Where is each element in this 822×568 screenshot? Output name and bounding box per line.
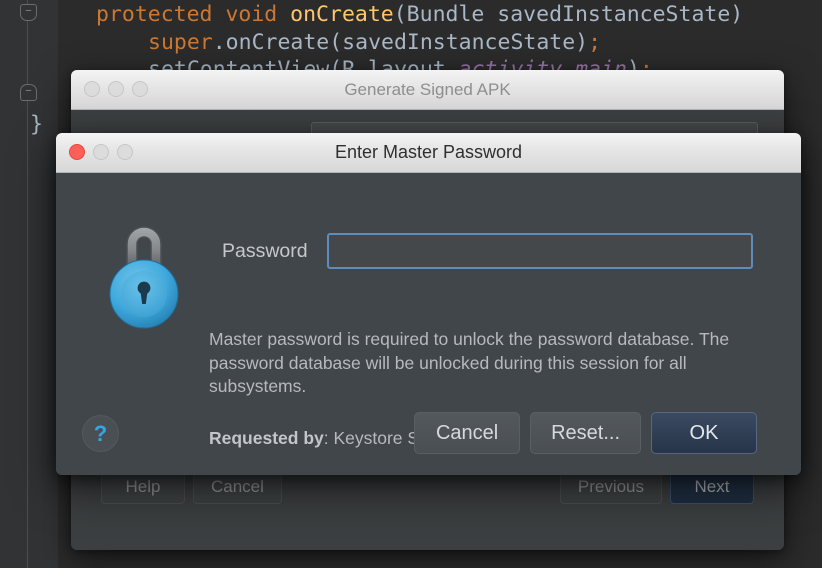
dialog-description: Master password is required to unlock th…	[209, 328, 761, 399]
requested-by-line: Requested by: Keystore Step	[209, 428, 443, 449]
closing-brace: }	[30, 112, 43, 137]
cancel-button[interactable]: Cancel	[414, 412, 520, 454]
code-line: super.onCreate(savedInstanceState);	[58, 29, 822, 57]
code-token: (Bundle savedInstanceState)	[394, 2, 744, 27]
dialog-button-bar: Cancel Reset... OK	[414, 412, 757, 454]
padlock-icon	[107, 218, 181, 330]
enter-master-password-dialog[interactable]: Enter Master Password	[56, 133, 801, 475]
help-icon[interactable]: ?	[82, 415, 119, 452]
wizard-titlebar: Generate Signed APK	[71, 70, 784, 110]
password-input[interactable]	[327, 233, 753, 269]
wizard-help-button[interactable]: Help	[101, 470, 185, 504]
requested-by-label: Requested by	[209, 428, 324, 448]
ok-button[interactable]: OK	[651, 412, 757, 454]
reset-button[interactable]: Reset...	[530, 412, 641, 454]
code-token: ;	[588, 30, 601, 55]
code-token: protected void	[96, 2, 290, 27]
code-token: onCreate	[290, 2, 394, 27]
password-label: Password	[222, 240, 308, 263]
password-row: Password	[222, 233, 753, 269]
code-fold-marker-icon[interactable]: −	[20, 4, 37, 21]
code-fold-marker-icon[interactable]: −	[20, 84, 37, 101]
wizard-next-button[interactable]: Next	[670, 470, 754, 504]
editor-gutter: − −	[0, 0, 58, 568]
wizard-cancel-button[interactable]: Cancel	[193, 470, 282, 504]
dialog-body: Password Master password is required to …	[56, 173, 801, 475]
wizard-title: Generate Signed APK	[71, 70, 784, 109]
wizard-previous-button[interactable]: Previous	[560, 470, 662, 504]
dialog-title: Enter Master Password	[56, 133, 801, 172]
code-line: protected void onCreate(Bundle savedInst…	[58, 1, 822, 29]
code-token: super	[148, 30, 213, 55]
code-token: .onCreate(savedInstanceState)	[213, 30, 588, 55]
dialog-titlebar: Enter Master Password	[56, 133, 801, 173]
